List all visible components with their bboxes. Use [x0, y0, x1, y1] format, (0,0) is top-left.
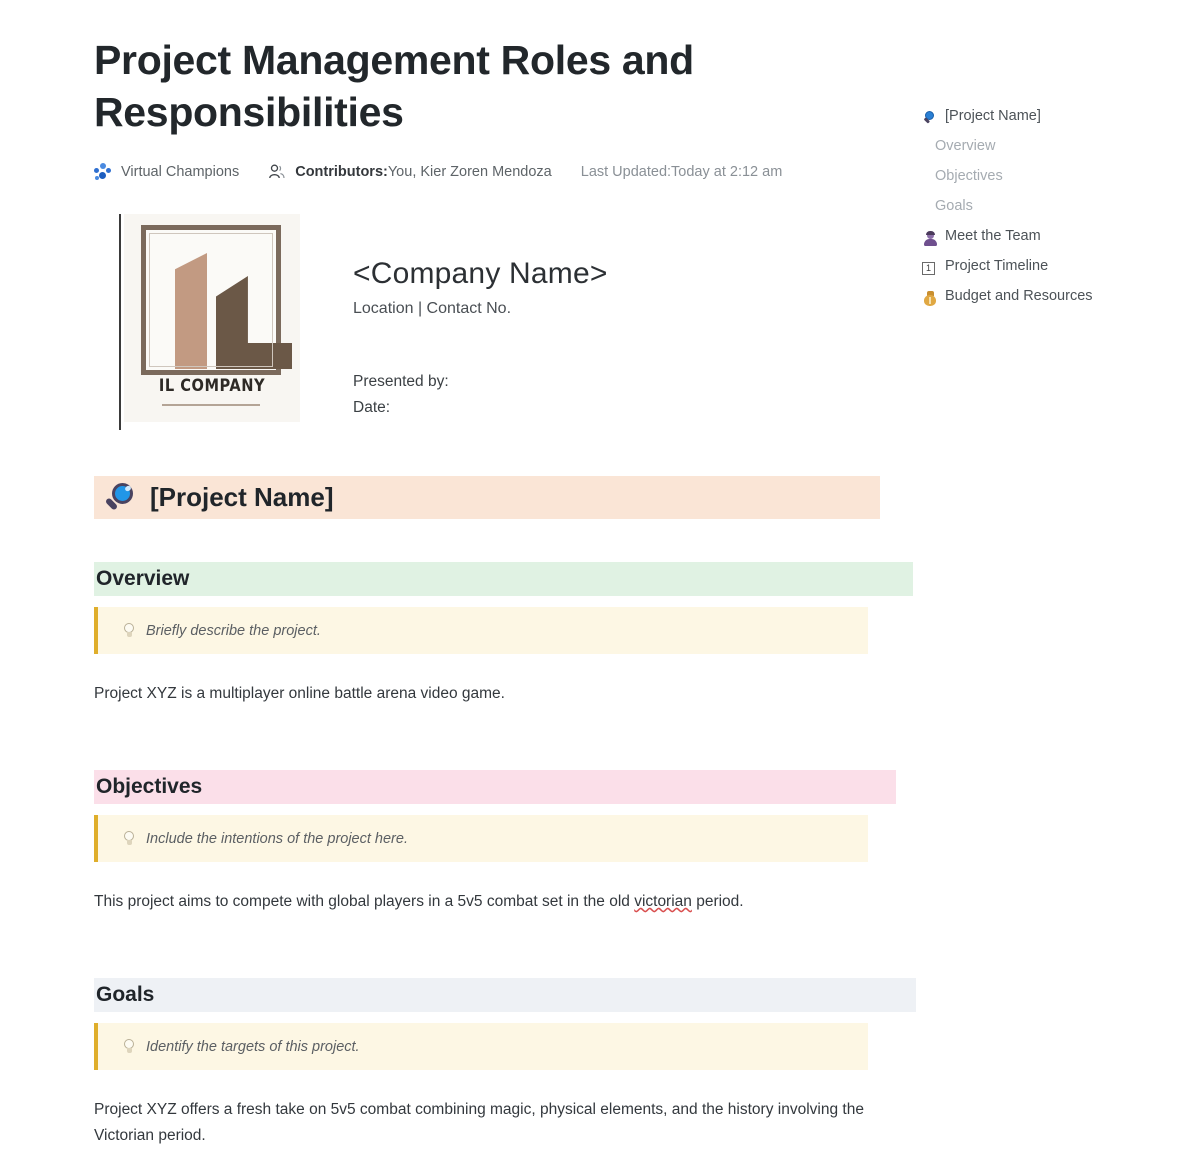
molecule-icon	[94, 163, 112, 181]
toc-label: Objectives	[935, 168, 1003, 184]
section-banner-overview: Overview	[94, 562, 913, 596]
toc-item-project-name[interactable]: [Project Name]	[922, 108, 1182, 138]
callout-text: Briefly describe the project.	[146, 623, 321, 639]
logo-underline	[162, 404, 260, 406]
contributors-meta[interactable]: Contributors: You, Kier Zoren Mendoza	[268, 163, 552, 181]
page-title: Project Management Roles and Responsibil…	[94, 34, 794, 138]
logo-left-rule	[119, 214, 121, 430]
callout-goals: Identify the targets of this project.	[94, 1023, 868, 1070]
numbered-box-glyph: 1	[922, 262, 935, 275]
company-logo[interactable]: IL COMPANY	[119, 214, 300, 430]
callout-text: Identify the targets of this project.	[146, 1039, 360, 1055]
company-name: <Company Name>	[353, 255, 873, 293]
magnifier-icon	[922, 110, 939, 127]
money-bag-icon	[922, 290, 939, 307]
toc-label: Overview	[935, 138, 995, 154]
misspelled-word: victorian	[634, 893, 692, 910]
logo-image: IL COMPANY	[124, 214, 300, 422]
company-info: <Company Name> Location | Contact No. Pr…	[353, 255, 873, 421]
paragraph-overview: Project XYZ is a multiplayer online batt…	[94, 681, 884, 707]
lightbulb-icon	[122, 1038, 136, 1056]
contributors-label: Contributors:	[295, 164, 388, 180]
toc-item-overview[interactable]: Overview	[922, 138, 1182, 168]
toc-item-project-timeline[interactable]: 1 Project Timeline	[922, 258, 1182, 288]
section-banner-goals: Goals	[94, 978, 916, 1012]
callout-overview: Briefly describe the project.	[94, 607, 868, 654]
company-contact: Location | Contact No.	[353, 300, 873, 318]
section-heading: Goals	[94, 983, 154, 1007]
callout-objectives: Include the intentions of the project he…	[94, 815, 868, 862]
section-banner-project-name: [Project Name]	[94, 476, 880, 519]
toc-label: Budget and Resources	[945, 288, 1093, 304]
toc-item-goals[interactable]: Goals	[922, 198, 1182, 228]
last-updated-value: Today at 2:12 am	[671, 164, 782, 180]
presented-by-block: Presented by: Date:	[353, 369, 873, 421]
toc-label: Project Timeline	[945, 258, 1048, 274]
callout-text: Include the intentions of the project he…	[146, 831, 408, 847]
toc-label: [Project Name]	[945, 108, 1041, 124]
paragraph-objectives: This project aims to compete with global…	[94, 889, 894, 915]
last-updated-label: Last Updated:	[581, 164, 671, 180]
toc-label: Meet the Team	[945, 228, 1041, 244]
person-icon	[922, 230, 939, 247]
document-meta-row: Virtual Champions Contributors: You, Kie…	[94, 163, 782, 181]
section-heading: [Project Name]	[150, 482, 334, 513]
numbered-box-icon: 1	[922, 260, 939, 277]
logo-shape-i	[175, 253, 207, 369]
toc-item-objectives[interactable]: Objectives	[922, 168, 1182, 198]
logo-frame	[141, 225, 281, 375]
last-updated-meta: Last Updated: Today at 2:12 am	[581, 164, 783, 180]
section-banner-objectives: Objectives	[94, 770, 896, 804]
logo-shape-l	[216, 276, 292, 369]
table-of-contents: [Project Name] Overview Objectives Goals…	[922, 108, 1182, 318]
date-label: Date:	[353, 395, 873, 421]
workspace-meta[interactable]: Virtual Champions	[94, 163, 239, 181]
lightbulb-icon	[122, 830, 136, 848]
paragraph-text-after: period.	[692, 893, 744, 910]
toc-item-budget-and-resources[interactable]: Budget and Resources	[922, 288, 1182, 318]
logo-wordmark: IL COMPANY	[136, 376, 287, 396]
people-icon	[268, 163, 286, 181]
lightbulb-icon	[122, 622, 136, 640]
workspace-name: Virtual Champions	[121, 164, 239, 180]
toc-label: Goals	[935, 198, 973, 214]
paragraph-text-before: This project aims to compete with global…	[94, 893, 634, 910]
section-heading: Objectives	[94, 775, 202, 799]
presented-by-label: Presented by:	[353, 369, 873, 395]
section-heading: Overview	[94, 567, 189, 591]
magnifier-icon	[102, 480, 138, 516]
paragraph-goals: Project XYZ offers a fresh take on 5v5 c…	[94, 1097, 874, 1149]
contributors-value: You, Kier Zoren Mendoza	[388, 164, 552, 180]
toc-item-meet-the-team[interactable]: Meet the Team	[922, 228, 1182, 258]
